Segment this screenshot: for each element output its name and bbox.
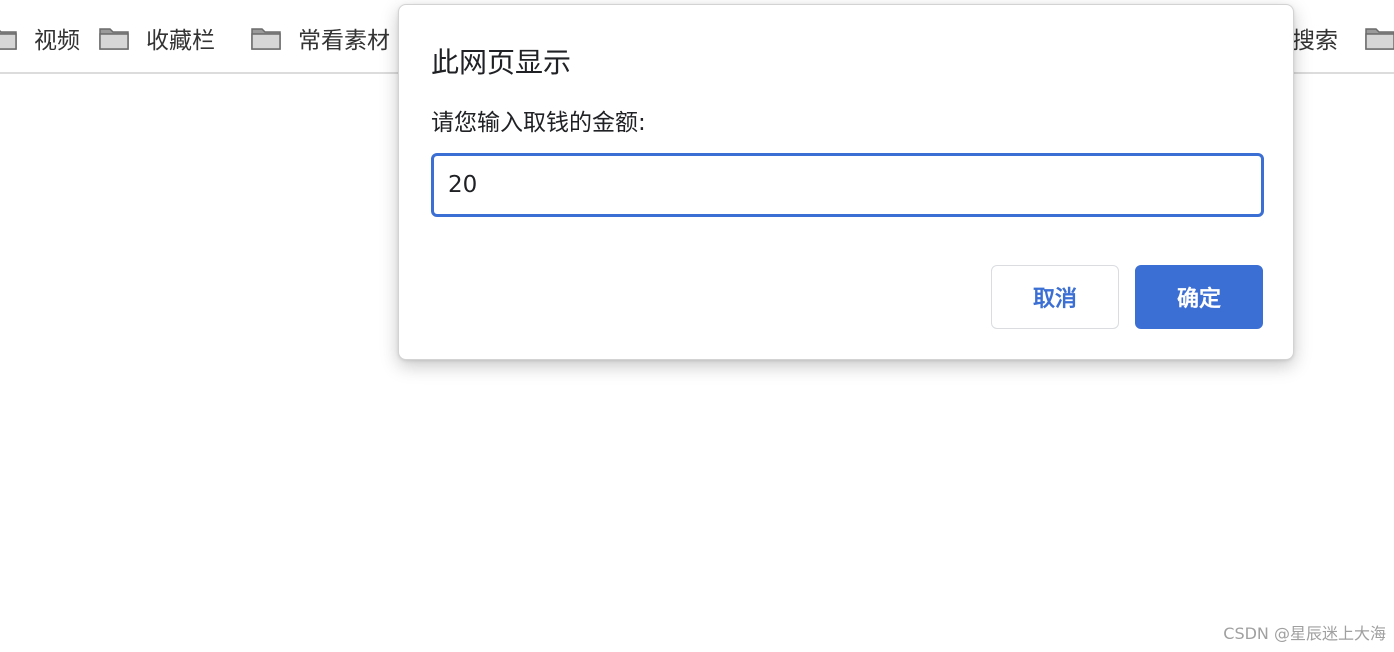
bookmark-label: 视频 (34, 28, 80, 54)
cancel-button[interactable]: 取消 (991, 265, 1119, 329)
watermark: CSDN @星辰迷上大海 (1223, 624, 1386, 643)
bookmark-label: 收藏栏 (146, 28, 215, 54)
folder-icon (250, 25, 282, 51)
dialog-title: 此网页显示 (431, 46, 572, 79)
folder-icon (1364, 25, 1394, 51)
bookmark-folder-videos[interactable]: 视频 (0, 22, 80, 54)
bookmark-label: 常看素材 (298, 28, 390, 54)
dialog-message: 请您输入取钱的金额: (431, 110, 646, 136)
bookmark-search[interactable]: 搜索 (1292, 22, 1394, 54)
bookmark-folder-favorites[interactable]: 收藏栏 (98, 22, 215, 54)
folder-icon (98, 25, 130, 51)
bookmark-label: 搜索 (1292, 28, 1338, 54)
amount-input[interactable] (431, 153, 1264, 217)
ok-button[interactable]: 确定 (1135, 265, 1263, 329)
folder-icon (0, 25, 18, 51)
bookmark-folder-materials[interactable]: 常看素材 (250, 22, 390, 54)
prompt-dialog: 此网页显示 请您输入取钱的金额: 取消 确定 (398, 4, 1294, 360)
